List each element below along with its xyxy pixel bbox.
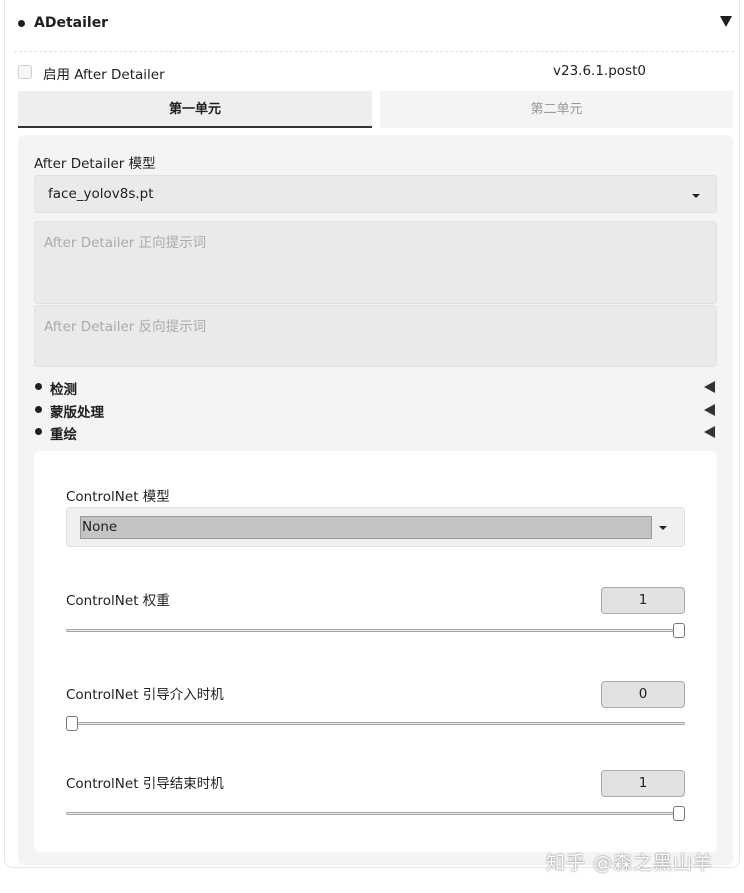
bullet-icon <box>35 406 42 413</box>
controlnet-model-dropdown[interactable]: None <box>66 507 685 547</box>
guidance-end-label: ControlNet 引导结束时机 <box>66 776 224 792</box>
tab-unit-2[interactable]: 第二单元 <box>380 91 733 128</box>
watermark: 知乎 @森之黑山羊 <box>546 852 714 874</box>
controlnet-weight-input[interactable]: 1 <box>601 587 685 614</box>
version-text: v23.6.1.post0 <box>553 63 646 79</box>
enable-label[interactable]: 启用 After Detailer <box>43 63 165 83</box>
enable-checkbox[interactable] <box>18 65 32 79</box>
guidance-end-slider[interactable] <box>66 812 685 815</box>
accordion-label: 检测 <box>50 382 77 398</box>
guidance-start-label: ControlNet 引导介入时机 <box>66 687 224 703</box>
expand-triangle-icon[interactable] <box>704 381 715 393</box>
accordion-label: 蒙版处理 <box>50 405 104 421</box>
caret-down-icon <box>692 194 700 198</box>
positive-prompt-input[interactable]: After Detailer 正向提示词 <box>34 221 717 304</box>
accordion-mask[interactable]: 蒙版处理 <box>34 400 717 421</box>
slider-handle[interactable] <box>66 716 78 731</box>
expand-triangle-icon[interactable] <box>704 404 715 416</box>
controlnet-model-value: None <box>80 516 652 539</box>
tab-unit-1[interactable]: 第一单元 <box>18 91 372 128</box>
model-value: face_yolov8s.pt <box>48 186 154 202</box>
slider-handle[interactable] <box>673 806 685 821</box>
guidance-start-input[interactable]: 0 <box>601 681 685 708</box>
bullet-icon <box>35 428 42 435</box>
collapse-triangle-icon[interactable] <box>720 16 732 27</box>
bullet-icon <box>18 20 25 27</box>
enable-row: 启用 After Detailer v23.6.1.post0 <box>18 62 718 83</box>
controlnet-model-label: ControlNet 模型 <box>66 489 170 505</box>
negative-prompt-input[interactable]: After Detailer 反向提示词 <box>34 305 717 367</box>
accordion-detection[interactable]: 检测 <box>34 377 717 398</box>
expand-triangle-icon[interactable] <box>704 426 715 438</box>
model-dropdown[interactable]: face_yolov8s.pt <box>34 175 717 213</box>
guidance-start-slider[interactable] <box>66 722 685 725</box>
slider-handle[interactable] <box>673 623 685 638</box>
bullet-icon <box>35 383 42 390</box>
adetailer-header[interactable]: ADetailer <box>14 0 734 52</box>
model-label: After Detailer 模型 <box>34 156 156 172</box>
accordion-inpaint[interactable]: 重绘 <box>34 422 717 443</box>
guidance-end-input[interactable]: 1 <box>601 770 685 797</box>
controlnet-weight-label: ControlNet 权重 <box>66 593 170 609</box>
caret-down-icon <box>659 526 667 530</box>
header-title: ADetailer <box>34 15 109 31</box>
accordion-label: 重绘 <box>50 427 77 443</box>
controlnet-weight-slider[interactable] <box>66 629 685 632</box>
